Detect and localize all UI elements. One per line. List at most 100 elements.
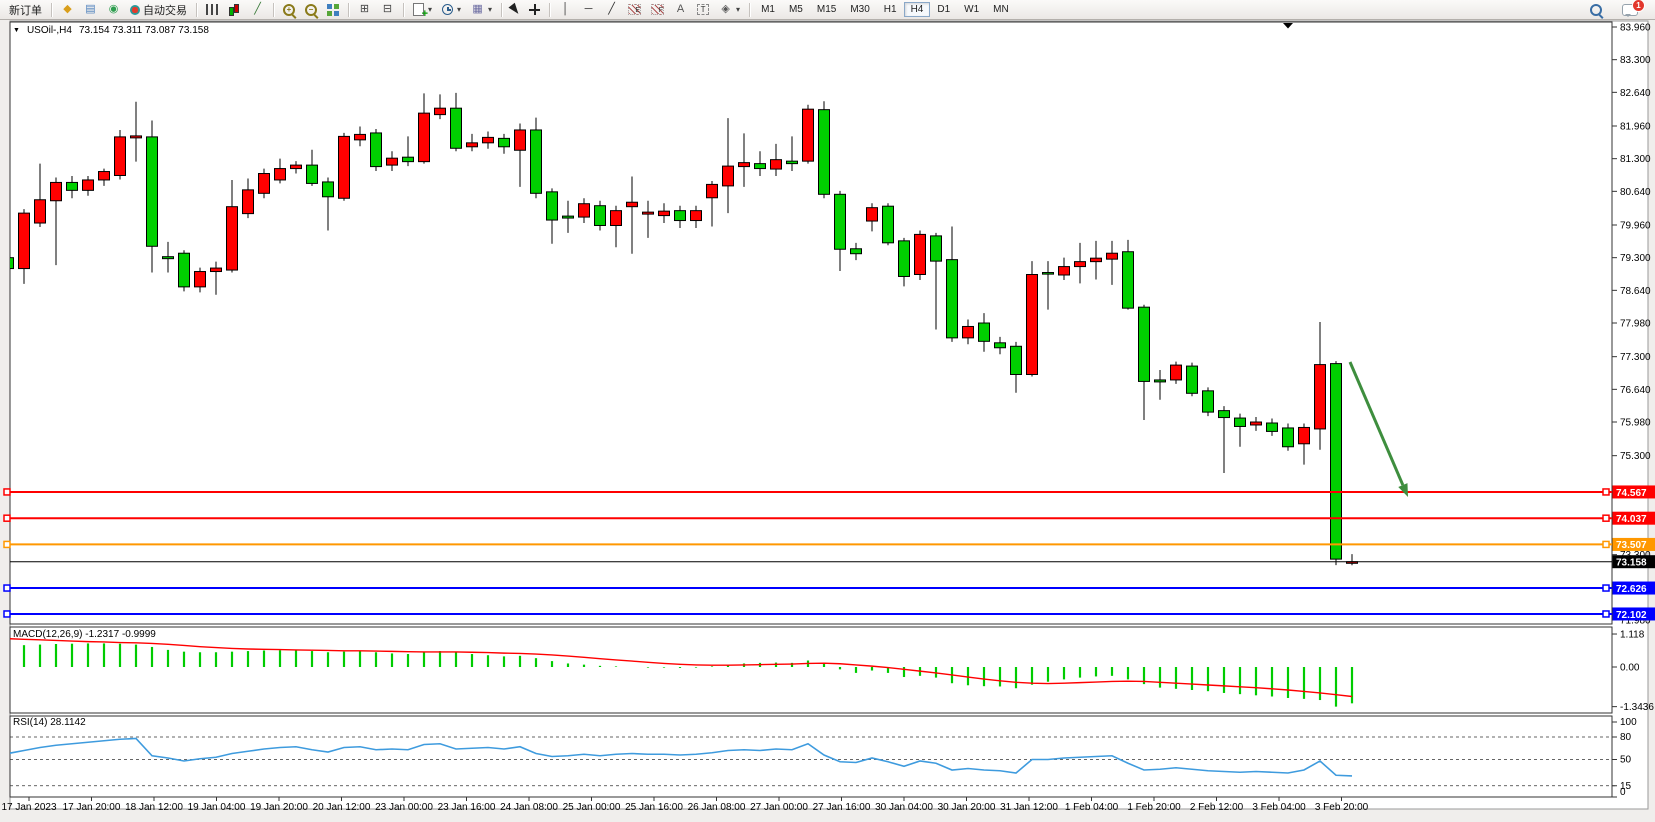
timeframe-button-m1[interactable]: M1 xyxy=(754,2,782,17)
new-order-button[interactable]: 新订单 xyxy=(4,0,47,20)
line-handle-left[interactable] xyxy=(4,541,10,547)
fibonacci-tool-icon: F xyxy=(651,4,664,15)
timeframe-button-w1[interactable]: W1 xyxy=(957,2,986,17)
price-tick-label: 82.640 xyxy=(1620,88,1651,99)
rsi-tick-label: 50 xyxy=(1620,755,1632,766)
candle-down xyxy=(499,138,510,146)
equidistant-channel-tool[interactable]: E xyxy=(623,0,646,20)
bar-chart-button[interactable] xyxy=(201,0,223,20)
line-handle-left[interactable] xyxy=(4,515,10,521)
line-handle-left[interactable] xyxy=(4,585,10,591)
vertical-line-tool[interactable]: │ xyxy=(554,0,577,20)
periods-button-icon xyxy=(442,4,453,15)
candle-down xyxy=(323,182,334,197)
time-label: 1 Feb 20:00 xyxy=(1127,802,1181,813)
candle-down xyxy=(147,137,158,246)
candle-down xyxy=(1267,423,1278,431)
candle-up xyxy=(467,143,478,147)
line-chart-button-icon: ╱ xyxy=(251,3,264,17)
timeframe-button-m15[interactable]: M15 xyxy=(810,2,843,17)
templates-button[interactable]: ▦▾ xyxy=(466,0,497,20)
candle-down xyxy=(403,157,414,161)
rsi-label: RSI(14) 28.1142 xyxy=(13,717,86,728)
time-label: 19 Jan 20:00 xyxy=(250,802,308,813)
auto-trading-button[interactable]: 自动交易 xyxy=(125,0,192,20)
zoom-out-button[interactable]: − xyxy=(300,0,322,20)
auto-arrange-button[interactable]: ⊞ xyxy=(353,0,376,20)
toolbar-separator xyxy=(549,3,550,17)
line-chart-button[interactable]: ╱ xyxy=(246,0,269,20)
shapes-tool[interactable]: ◈▾ xyxy=(714,0,745,20)
time-label: 3 Feb 04:00 xyxy=(1252,802,1306,813)
periods-button[interactable]: ▾ xyxy=(437,0,466,20)
candle-down xyxy=(1203,391,1214,412)
cascade-windows-button[interactable]: ⊟ xyxy=(376,0,399,20)
trendline-tool[interactable]: ╱ xyxy=(600,0,623,20)
auto-trading-button-label: 自动交易 xyxy=(143,2,187,18)
fibonacci-tool[interactable]: F xyxy=(646,0,669,20)
candle-down xyxy=(3,258,14,269)
line-handle-right[interactable] xyxy=(1603,489,1609,495)
candle-up xyxy=(1251,422,1262,425)
text-label-tool[interactable]: T xyxy=(692,0,714,20)
indicators-button[interactable]: ▾ xyxy=(408,0,437,20)
crosshair-tool-button[interactable] xyxy=(524,0,545,20)
text-tool-icon: A xyxy=(674,3,687,17)
candle-down xyxy=(451,108,462,148)
line-handle-left[interactable] xyxy=(4,611,10,617)
text-tool[interactable]: A xyxy=(669,0,692,20)
one-click-trading-toggle-icon[interactable]: ▼ xyxy=(13,27,20,34)
market-watch-icon[interactable]: ▤ xyxy=(79,0,102,20)
hline-tag-label: 74.037 xyxy=(1616,514,1647,525)
candle-up xyxy=(1315,365,1326,429)
candle-up xyxy=(1107,253,1118,259)
line-handle-right[interactable] xyxy=(1603,515,1609,521)
time-label: 3 Feb 20:00 xyxy=(1315,802,1369,813)
timeframe-button-h4[interactable]: H4 xyxy=(904,2,931,17)
navigator-icon-icon: ◉ xyxy=(107,3,120,17)
candle-up xyxy=(771,160,782,169)
candle-down xyxy=(883,206,894,243)
toolbar-separator xyxy=(403,3,404,17)
line-handle-left[interactable] xyxy=(4,489,10,495)
candle-down xyxy=(851,249,862,254)
navigator-icon[interactable]: ◉ xyxy=(102,0,125,20)
horizontal-line-tool[interactable]: ─ xyxy=(577,0,600,20)
tile-windows-button[interactable] xyxy=(322,0,344,20)
candle-down xyxy=(371,133,382,167)
timeframe-button-m30[interactable]: M30 xyxy=(843,2,876,17)
candlestick-chart-button[interactable] xyxy=(223,0,246,20)
cursor-tool-button[interactable] xyxy=(506,0,524,20)
search-button[interactable] xyxy=(1585,0,1607,20)
line-handle-right[interactable] xyxy=(1603,585,1609,591)
notifications-button[interactable]: 1 xyxy=(1617,0,1643,20)
candle-down xyxy=(819,110,830,195)
timeframe-button-h1[interactable]: H1 xyxy=(877,2,904,17)
timeframe-button-mn[interactable]: MN xyxy=(986,2,1016,17)
candle-up xyxy=(1299,427,1310,443)
time-label: 20 Jan 12:00 xyxy=(313,802,371,813)
candle-up xyxy=(579,204,590,217)
toolbar-separator xyxy=(196,3,197,17)
market-watch-icon-icon: ▤ xyxy=(84,3,97,17)
bar-chart-button-icon xyxy=(206,4,218,15)
macd-panel xyxy=(10,627,1612,713)
candle-up xyxy=(611,211,622,226)
rsi-tick-label: 0 xyxy=(1620,787,1626,798)
time-label: 26 Jan 08:00 xyxy=(688,802,746,813)
candle-up xyxy=(211,268,222,271)
timeframe-button-d1[interactable]: D1 xyxy=(930,2,957,17)
current-price-tag-label: 73.158 xyxy=(1616,557,1647,568)
periods-button-caret-icon: ▾ xyxy=(457,5,461,14)
candle-up xyxy=(99,172,110,180)
zoom-in-button[interactable]: + xyxy=(278,0,300,20)
line-handle-right[interactable] xyxy=(1603,611,1609,617)
chart-symbol-icon[interactable]: ◆ xyxy=(56,0,79,20)
toolbar-left: 新订单◆▤◉自动交易╱+−⊞⊟▾▾▦▾│─╱EFAT◈▾M1M5M15M30H1… xyxy=(4,0,1016,19)
time-label: 19 Jan 04:00 xyxy=(188,802,246,813)
candle-down xyxy=(1331,364,1342,560)
timeframe-button-m5[interactable]: M5 xyxy=(782,2,810,17)
price-tick-label: 81.300 xyxy=(1620,154,1651,165)
line-handle-right[interactable] xyxy=(1603,541,1609,547)
candle-down xyxy=(67,182,78,190)
